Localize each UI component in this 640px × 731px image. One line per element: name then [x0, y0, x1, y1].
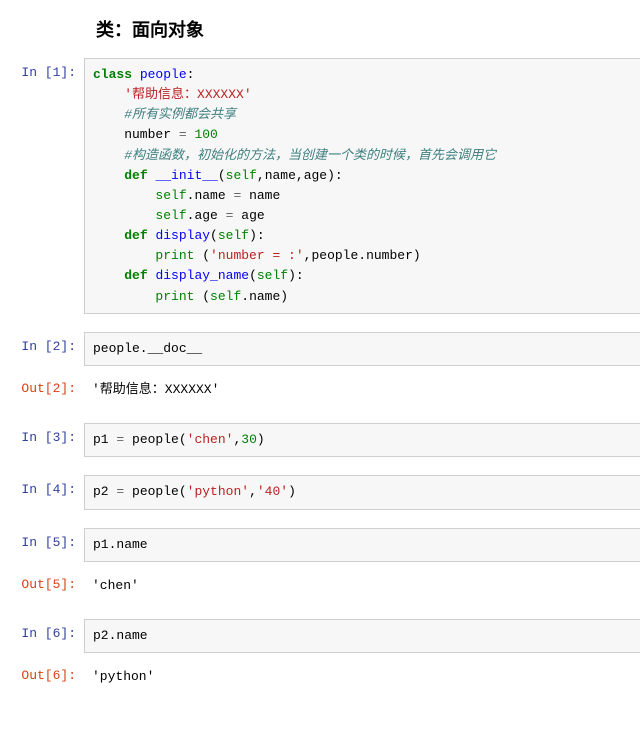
code-token: print [155, 289, 194, 304]
code-token: self [155, 188, 186, 203]
cells-host: In [1]:class people: '帮助信息：XXXXXX' #所有实例… [0, 58, 640, 711]
code-input[interactable]: class people: '帮助信息：XXXXXX' #所有实例都会共享 nu… [84, 58, 640, 314]
output-prompt: Out[5]: [0, 570, 84, 594]
code-token: __init__ [155, 168, 217, 183]
code-token: = [226, 208, 234, 223]
code-token: display_name [155, 268, 249, 283]
code-input[interactable]: p1.name [84, 528, 640, 562]
output-text: 'chen' [84, 570, 640, 602]
code-token: '帮助信息：XXXXXX' [124, 87, 251, 102]
code-token: #所有实例都会共享 [124, 107, 236, 122]
code-token: self [155, 208, 186, 223]
code-input[interactable]: people.__doc__ [84, 332, 640, 366]
output-cell: Out[6]:'python' [0, 661, 640, 693]
code-token: self [210, 289, 241, 304]
code-token: 30 [241, 432, 257, 447]
code-input[interactable]: p2.name [84, 619, 640, 653]
output-prompt: Out[6]: [0, 661, 84, 685]
input-prompt: In [2]: [0, 332, 84, 356]
code-token: 'python' [187, 484, 249, 499]
output-text: '帮助信息：XXXXXX' [84, 374, 640, 406]
code-cell: In [3]:p1 = people('chen',30) [0, 423, 640, 457]
code-token: = [116, 432, 124, 447]
output-cell: Out[2]:'帮助信息：XXXXXX' [0, 374, 640, 406]
code-token: self [257, 268, 288, 283]
code-token: class [93, 67, 132, 82]
notebook-container: 类：面向对象 In [1]:class people: '帮助信息：XXXXXX… [0, 0, 640, 731]
code-cell: In [2]:people.__doc__ [0, 332, 640, 366]
input-prompt: In [4]: [0, 475, 84, 499]
code-token: = [233, 188, 241, 203]
code-token: #构造函数，初始化的方法，当创建一个类的时候，首先会调用它 [124, 148, 496, 163]
code-token: = [116, 484, 124, 499]
page-heading: 类：面向对象 [0, 10, 640, 58]
input-prompt: In [5]: [0, 528, 84, 552]
code-token: self [218, 228, 249, 243]
code-token: people [140, 67, 187, 82]
code-cell: In [4]:p2 = people('python','40') [0, 475, 640, 509]
code-cell: In [5]:p1.name [0, 528, 640, 562]
output-prompt: Out[2]: [0, 374, 84, 398]
code-input[interactable]: p2 = people('python','40') [84, 475, 640, 509]
code-token: 'chen' [187, 432, 234, 447]
code-token: '40' [257, 484, 288, 499]
output-text: 'python' [84, 661, 640, 693]
code-token: def [124, 268, 147, 283]
code-cell: In [1]:class people: '帮助信息：XXXXXX' #所有实例… [0, 58, 640, 314]
code-token: = [179, 127, 187, 142]
code-cell: In [6]:p2.name [0, 619, 640, 653]
code-token: print [155, 248, 194, 263]
code-token: self [226, 168, 257, 183]
code-token: display [155, 228, 210, 243]
code-token: 'number = :' [210, 248, 304, 263]
code-token: def [124, 228, 147, 243]
input-prompt: In [3]: [0, 423, 84, 447]
input-prompt: In [1]: [0, 58, 84, 82]
code-token: def [124, 168, 147, 183]
input-prompt: In [6]: [0, 619, 84, 643]
code-input[interactable]: p1 = people('chen',30) [84, 423, 640, 457]
code-token: 100 [194, 127, 217, 142]
output-cell: Out[5]:'chen' [0, 570, 640, 602]
